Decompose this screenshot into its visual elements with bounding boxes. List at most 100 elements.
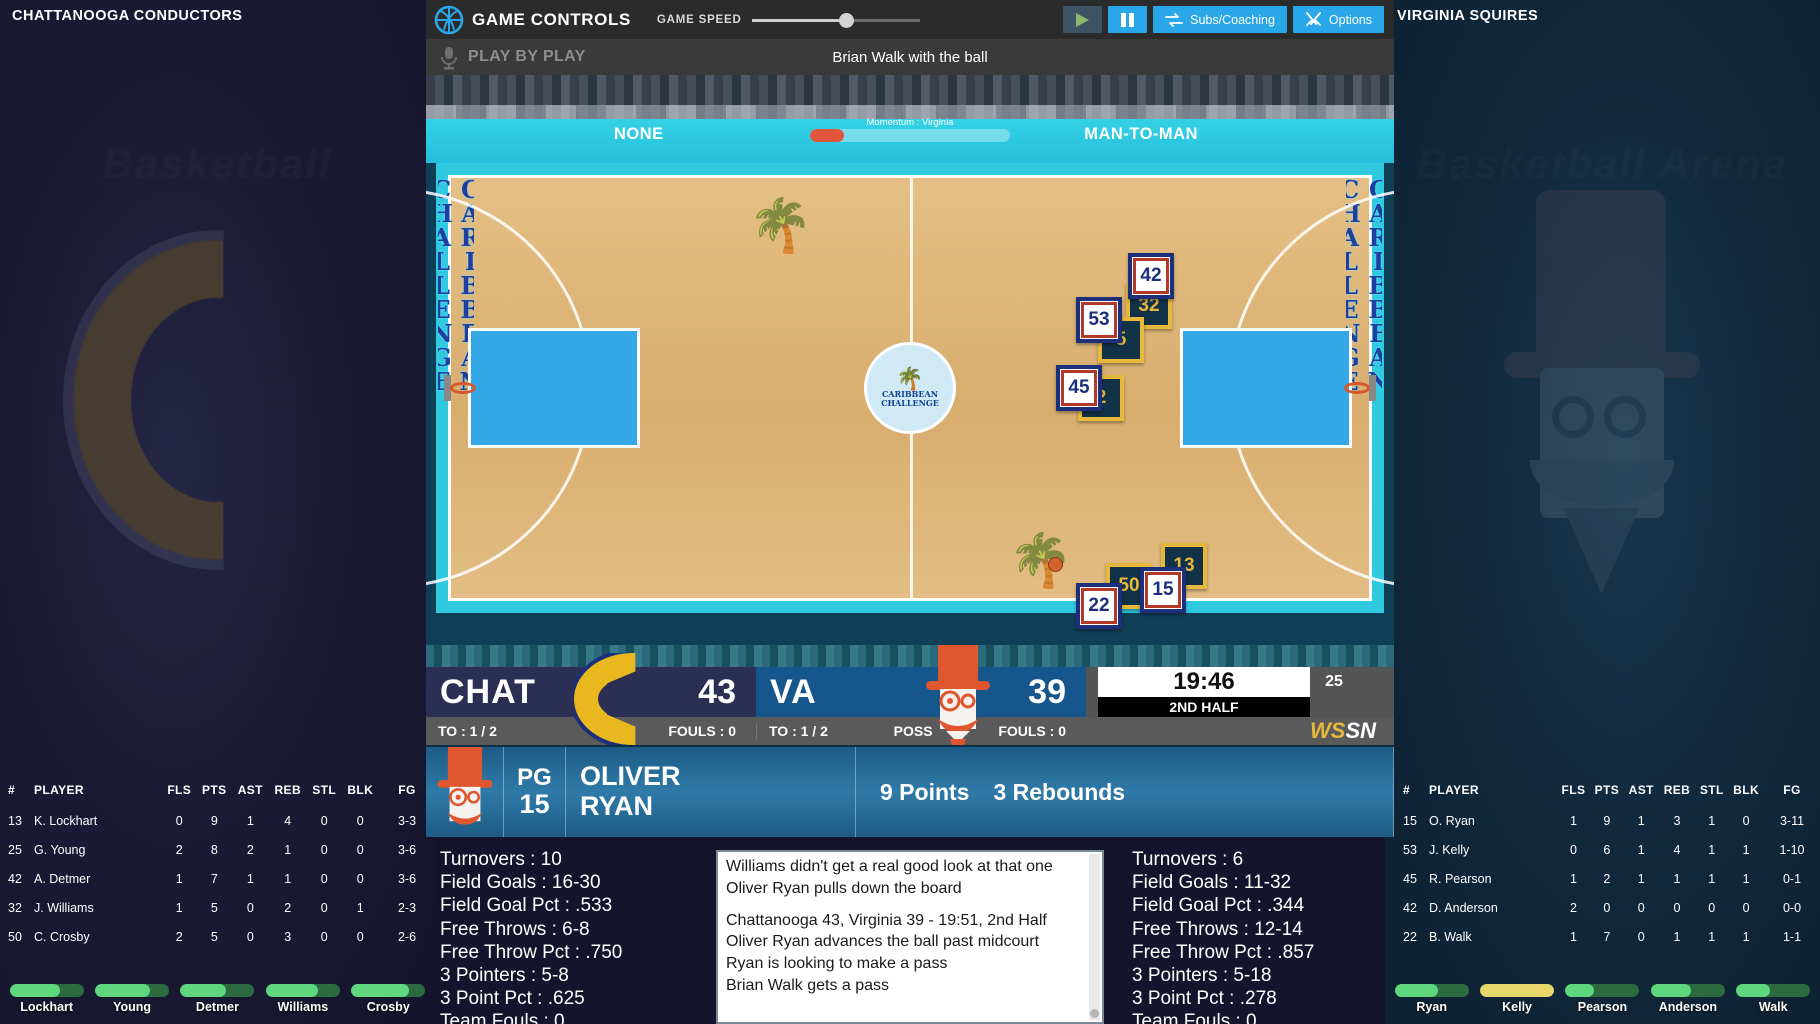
stamina-item[interactable]: Pearson [1565,984,1640,1014]
away-watermark-text: Basketball Arena [1385,140,1820,188]
cell-stl: 0 [320,871,328,886]
team-stat-line: Turnovers : 6 [1132,849,1244,870]
stamina-item[interactable]: Anderson [1650,984,1725,1014]
tools-icon [1305,12,1322,27]
table-row[interactable]: 15 O. Ryan 1 9 1 3 1 0 3-11 [1395,806,1820,835]
log-line: Oliver Ryan pulls down the board [726,879,962,897]
cell-pts: 2 [1603,871,1611,886]
home-team-panel: CHATTANOOGA CONDUCTORS Basketball # PLAY… [0,0,435,1024]
play-by-play-log[interactable]: Williams didn't get a real good look at … [716,850,1104,1024]
stamina-item[interactable]: Ryan [1394,984,1469,1014]
stamina-label: Walk [1758,1000,1788,1014]
col-blk: BLK [347,783,374,797]
cell-fls: 1 [1570,813,1577,828]
cell-player: A. Detmer [34,871,91,886]
table-row[interactable]: 32 J. Williams 1 5 0 2 0 1 2-3 [0,893,435,922]
game-clock: 19:46 [1098,667,1310,697]
play-by-play-header: PLAY BY PLAY Brian Walk with the ball [426,39,1394,75]
stamina-item[interactable]: Crosby [351,984,426,1014]
scoreboard-sub-row: TO : 1 / 2 FOULS : 0 TO : 1 / 2 POSS FOU… [426,717,1394,745]
team-stat-line: Free Throws : 12-14 [1132,918,1303,940]
stamina-item[interactable]: Young [95,984,170,1014]
col-stl: STL [312,783,337,797]
cell-pts: 0 [1603,900,1611,915]
options-label: Options [1328,12,1372,27]
table-row[interactable]: 50 C. Crosby 2 5 0 3 0 0 2-6 [0,922,435,951]
cell-number: 15 [1403,813,1417,828]
court-player-marker[interactable]: 15 [1140,567,1186,613]
scoreboard-main-row: CHAT 43 VA 39 19:46 2ND HALF 25 [426,667,1394,717]
team-stat-line: Free Throws : 6-8 [440,918,590,940]
cell-reb: 4 [284,813,292,828]
table-row[interactable]: 53 J. Kelly 0 6 1 4 1 1 1-10 [1395,835,1820,864]
team-stat-line: Field Goal Pct : .533 [440,895,613,917]
col-stl: STL [1699,783,1724,797]
cell-stl: 0 [1708,900,1716,915]
table-row[interactable]: 42 D. Anderson 2 0 0 0 0 0 0-0 [1395,893,1820,922]
cell-fg: 0-0 [1782,900,1802,915]
selected-player-bar[interactable]: PG 15 OLIVER RYAN 9 Points 3 Rebounds [426,745,1394,837]
game-controls-title: GAME CONTROLS [472,9,631,29]
play-button[interactable] [1063,6,1103,33]
cell-ast: 2 [246,842,254,857]
table-row[interactable]: 22 B. Walk 1 7 0 1 1 1 1-1 [1395,922,1820,951]
shot-clock: 25 [1325,673,1343,690]
stamina-item[interactable]: Detmer [180,984,255,1014]
broadcast-network-logo: WSSN [1086,718,1394,744]
cell-reb: 1 [284,842,292,857]
pause-button[interactable] [1108,6,1148,33]
cell-player: G. Young [34,842,86,857]
ball-marker [1048,557,1063,572]
log-scrollbar-thumb[interactable] [1090,1009,1099,1018]
cell-ast: 0 [246,900,254,915]
cell-player: O. Ryan [1429,813,1475,828]
table-row[interactable]: 13 K. Lockhart 0 9 1 4 0 0 3-3 [0,806,435,835]
slider-knob[interactable] [838,12,854,28]
subs-coaching-button[interactable]: Subs/Coaching [1153,6,1287,33]
home-team-logo [574,653,692,745]
away-fouls: FOULS : 0 [998,723,1066,739]
cell-number: 50 [8,929,22,944]
stamina-bar [1480,984,1555,997]
selected-player-number: 15 [519,789,550,820]
stamina-item[interactable]: Lockhart [9,984,84,1014]
game-screen: CHATTANOOGA CONDUCTORS Basketball # PLAY… [0,0,1820,1024]
col-player: PLAYER [1429,783,1479,797]
team-stat-line: Free Throw Pct : .857 [1132,941,1315,963]
log-scrollbar[interactable] [1089,854,1100,1020]
court-player-marker[interactable]: 53 [1076,297,1122,343]
table-row[interactable]: 25 G. Young 2 8 2 1 0 0 3-6 [0,835,435,864]
stamina-item[interactable]: Walk [1736,984,1811,1014]
court-player-marker[interactable]: 45 [1056,365,1102,411]
cell-blk: 0 [356,929,364,944]
cell-ast: 1 [246,871,254,886]
home-team-watermark: Basketball [0,120,435,680]
play-by-play-current: Brian Walk with the ball [832,48,988,66]
stamina-item[interactable]: Williams [265,984,340,1014]
stamina-item[interactable]: Kelly [1480,984,1555,1014]
away-team-watermark: Basketball Arena [1385,120,1820,680]
team-stat-line: 3 Point Pct : .625 [440,988,585,1010]
cell-reb: 3 [1673,813,1681,828]
hoop-right [1342,373,1376,403]
court-view[interactable]: NONE MAN-TO-MAN Momentum : Virginia CARI… [426,75,1394,645]
court-player-marker[interactable]: 42 [1128,253,1174,299]
cell-fls: 1 [175,900,183,915]
control-button-group: Subs/Coaching Options [1063,6,1384,33]
palm-tree-decal-bottom: 🌴 [1008,532,1073,590]
game-speed-slider[interactable] [751,11,920,29]
cell-number: 32 [8,900,22,915]
home-team-stats: Turnovers : 10 Field Goals : 16-30 Field… [426,846,710,1024]
basketball-court[interactable]: CARIBBEAN CHALLENGE CARIBBEAN CHALLENGE … [426,163,1394,629]
cell-stl: 1 [1708,813,1716,828]
cell-blk: 1 [1742,929,1750,944]
cell-number: 45 [1403,871,1417,886]
cell-pts: 5 [210,900,218,915]
court-player-marker[interactable]: 22 [1076,583,1122,629]
home-score: 43 [698,672,736,711]
home-team-name: CHATTANOOGA CONDUCTORS [12,8,243,24]
table-row[interactable]: 42 A. Detmer 1 7 1 1 0 0 3-6 [0,864,435,893]
team-stat-line: 3 Pointers : 5-8 [440,964,569,986]
table-row[interactable]: 45 R. Pearson 1 2 1 1 1 1 0-1 [1395,864,1820,893]
options-button[interactable]: Options [1292,6,1384,33]
